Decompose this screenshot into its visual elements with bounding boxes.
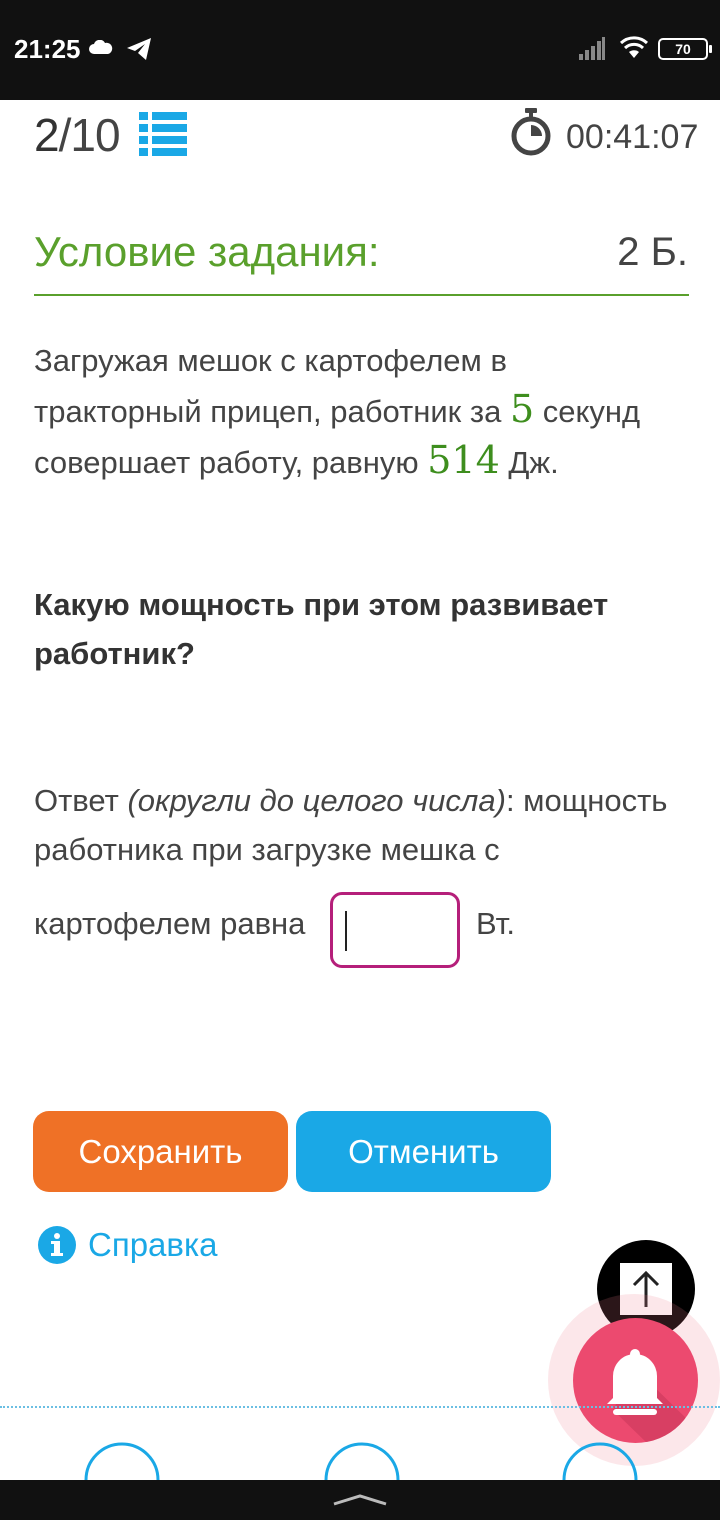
info-icon[interactable]: [38, 1226, 76, 1264]
system-nav-bar: [0, 1480, 720, 1520]
dotted-divider: [0, 1406, 720, 1408]
task-text-part3: Дж.: [499, 445, 559, 480]
time-value: 5: [509, 387, 535, 431]
nav-handle-icon[interactable]: [0, 1480, 720, 1520]
answer-prefix: Ответ: [34, 783, 128, 818]
task-text-part1: Загружая мешок с картофелем в тракторный…: [34, 343, 510, 429]
section-title: Условие задания:: [34, 228, 380, 275]
save-button[interactable]: Сохранить: [33, 1111, 288, 1192]
task-statement: Загружая мешок с картофелем в тракторный…: [34, 336, 674, 487]
question-current: 2: [34, 109, 60, 161]
help-link[interactable]: Справка: [88, 1226, 217, 1264]
status-bar: 21:25 70: [0, 0, 720, 100]
question-counter: 2/10: [34, 108, 121, 162]
stopwatch-icon: [511, 108, 551, 156]
wifi-icon: [619, 36, 649, 58]
task-points: 2 Б.: [617, 230, 688, 274]
answer-input[interactable]: [330, 892, 460, 968]
battery-icon: 70: [658, 38, 712, 60]
cancel-button[interactable]: Отменить: [296, 1111, 551, 1192]
signal-icon: [579, 37, 605, 60]
cloud-icon: [89, 40, 113, 54]
question-total: /10: [58, 109, 121, 161]
question-text: Какую мощность при этом развивает работн…: [34, 587, 609, 671]
answer-hint: (округли до целого числа): [127, 783, 506, 818]
text-cursor: [345, 911, 347, 951]
telegram-icon: [127, 38, 151, 60]
bell-icon: [607, 1349, 698, 1443]
work-value: 514: [427, 438, 500, 482]
section-divider: [34, 294, 689, 296]
answer-unit: Вт.: [476, 906, 516, 941]
answer-prompt: Ответ (округли до целого числа): мощност…: [34, 776, 694, 874]
answer-prompt-line2: картофелем равна: [34, 906, 306, 941]
notifications-button[interactable]: [573, 1318, 698, 1443]
status-time: 21:25: [14, 34, 81, 64]
bottom-nav-icons: [84, 1442, 638, 1480]
timer: 00:41:07: [566, 118, 699, 156]
battery-level: 70: [675, 41, 691, 57]
list-icon[interactable]: [139, 110, 187, 156]
